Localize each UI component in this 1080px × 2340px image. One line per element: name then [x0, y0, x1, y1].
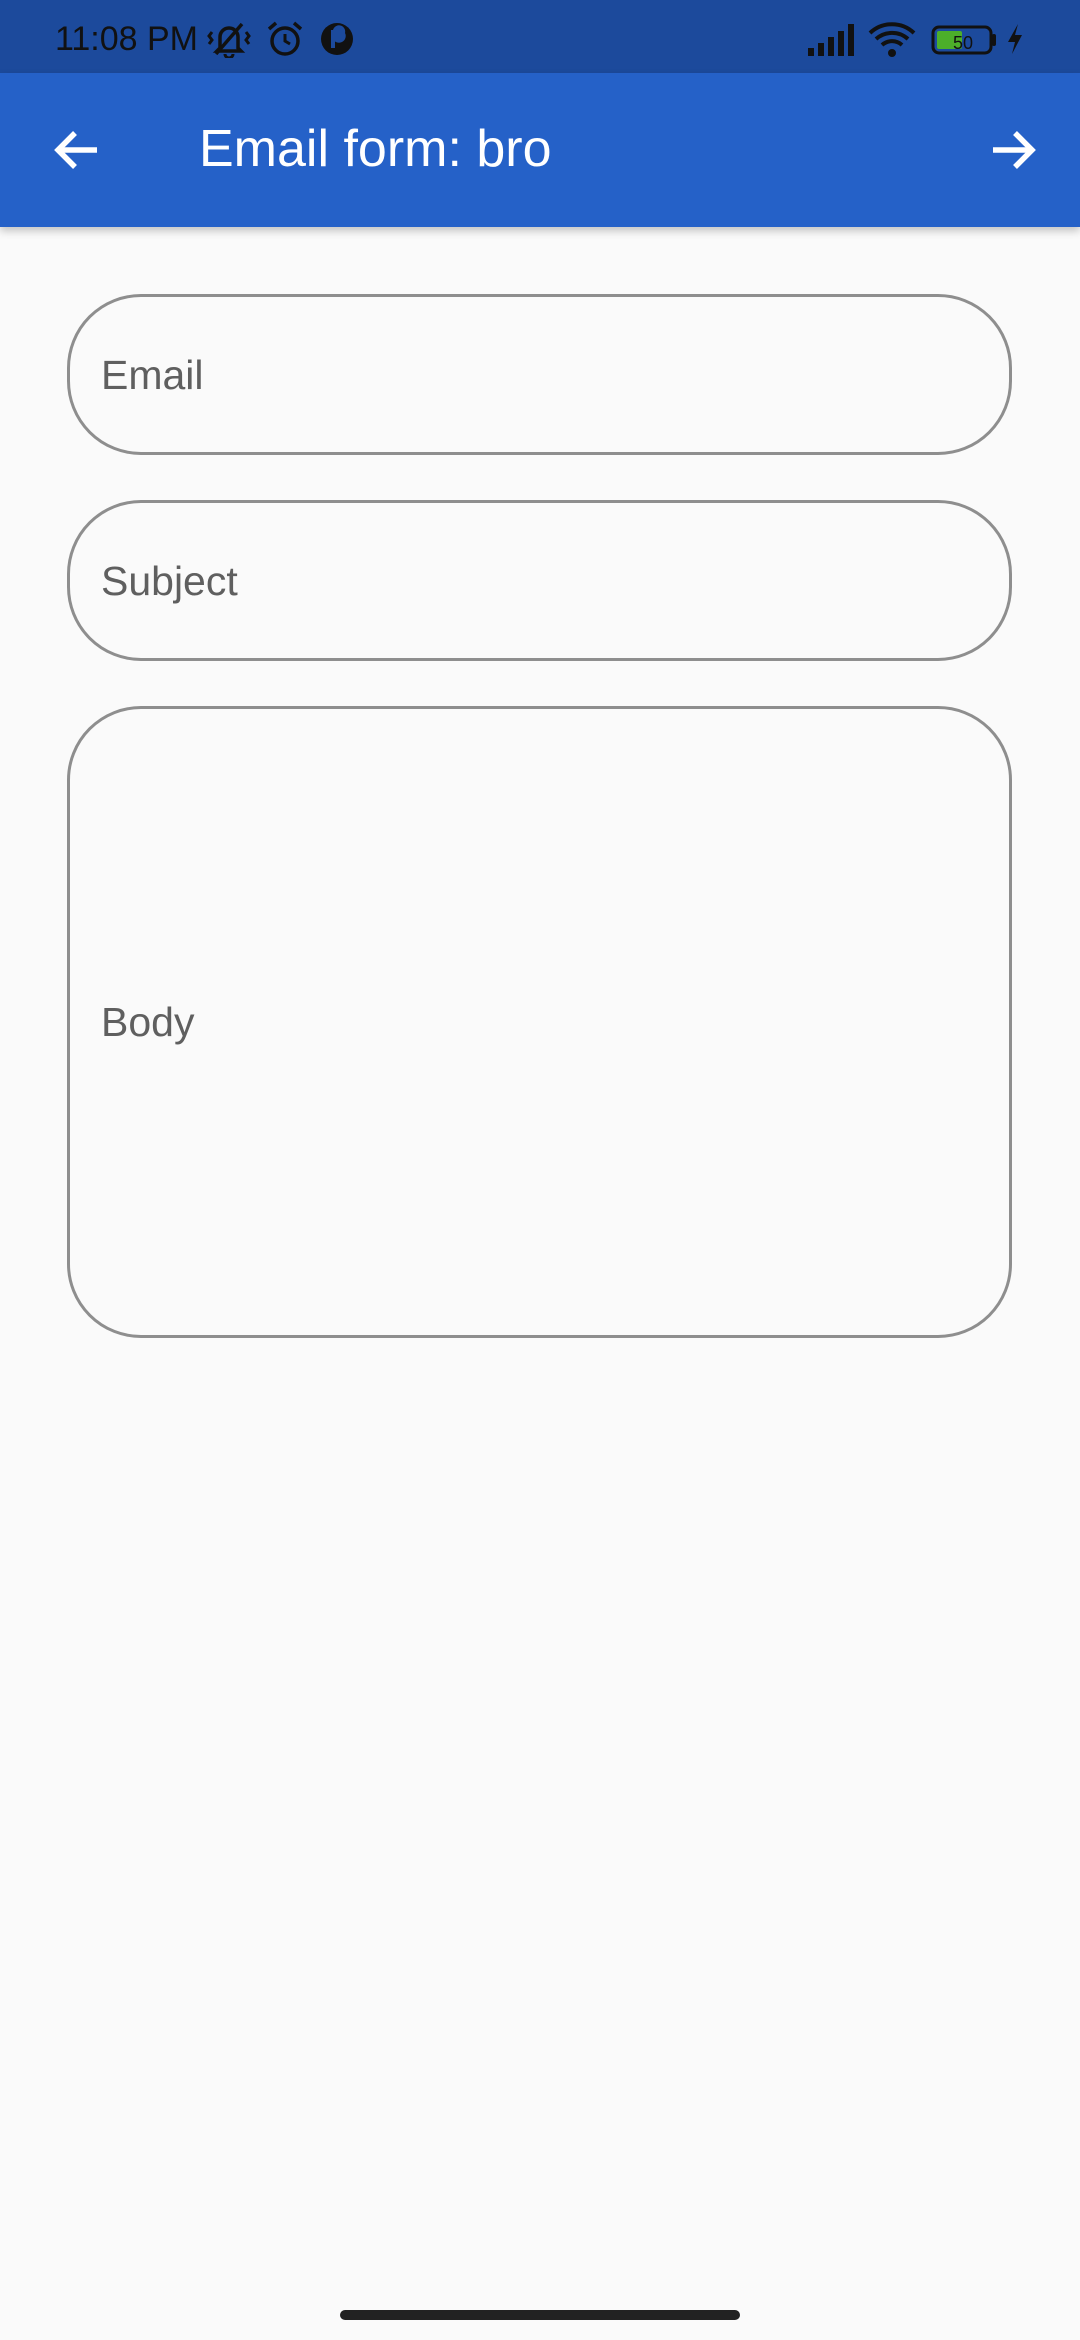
status-bar: 11:08 PM 50 [0, 0, 1080, 73]
alarm-icon [267, 21, 303, 56]
app-bar: Email form: bro [0, 73, 1080, 227]
email-field-placeholder: Email [101, 352, 204, 398]
charging-bolt-icon [1008, 24, 1022, 54]
email-field[interactable]: Email [67, 294, 1012, 455]
arrow-back-icon [54, 131, 97, 169]
forward-button[interactable] [979, 116, 1047, 184]
body-field-placeholder: Body [101, 999, 195, 1045]
status-time: 11:08 PM [55, 20, 199, 58]
wifi-icon [868, 22, 916, 57]
page-title: Email form: bro [199, 120, 552, 178]
home-indicator[interactable] [340, 2310, 740, 2320]
app-notification-icon [321, 23, 353, 55]
subject-field[interactable]: Subject [67, 500, 1012, 661]
back-button[interactable] [43, 116, 111, 184]
battery-level: 50 [952, 33, 974, 53]
arrow-forward-icon [993, 131, 1036, 169]
vibrate-off-icon [207, 22, 251, 58]
signal-icon [808, 24, 854, 56]
subject-field-placeholder: Subject [101, 558, 238, 604]
body-field[interactable]: Body [67, 706, 1012, 1338]
